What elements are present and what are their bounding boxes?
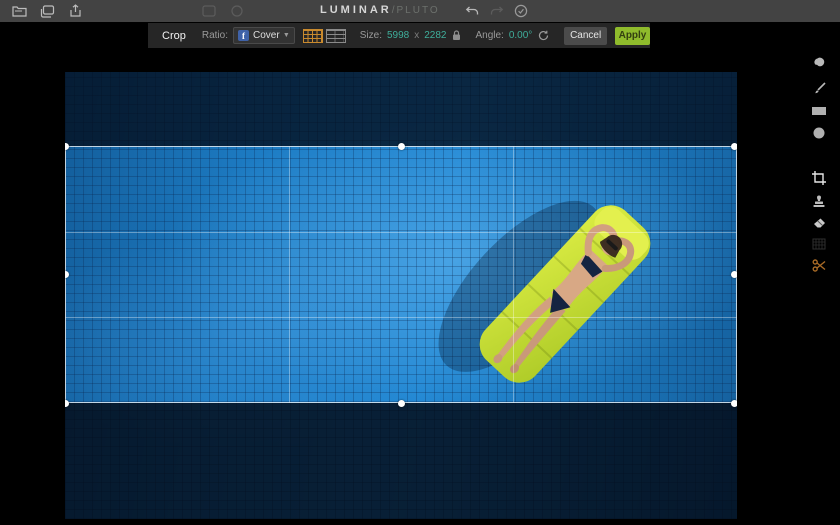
dimmed-tool-icon xyxy=(200,3,218,19)
dimmed-tool-icon xyxy=(228,3,246,19)
image-gallery-icon[interactable] xyxy=(38,3,56,19)
grid-rows-icon xyxy=(326,29,346,43)
crop-frame-icon[interactable] xyxy=(804,169,834,187)
brand-wordmark: LUMINAR xyxy=(320,4,392,16)
rotate-reset-icon[interactable] xyxy=(538,30,549,41)
crop-dim-bottom xyxy=(65,403,737,519)
clone-stamp-icon[interactable] xyxy=(804,193,834,211)
brush-icon[interactable] xyxy=(804,79,834,97)
size-height-value[interactable]: 2282 xyxy=(424,30,446,41)
size-label: Size: xyxy=(360,30,382,41)
top-bar: LUMINAR/PLUTO xyxy=(0,0,840,22)
ratio-label: Ratio: xyxy=(202,30,228,41)
mask-paint-icon[interactable] xyxy=(804,54,834,72)
lock-icon[interactable] xyxy=(452,30,461,41)
export-share-icon[interactable] xyxy=(66,3,84,19)
undo-icon[interactable] xyxy=(463,3,481,19)
app-window: LUMINAR/PLUTO Crop Ratio: f Cover ▼ Size… xyxy=(0,0,840,525)
crop-handle-top-right[interactable] xyxy=(731,143,737,150)
crop-handle-top-mid[interactable] xyxy=(398,143,405,150)
apply-button[interactable]: Apply xyxy=(615,27,650,45)
facebook-icon: f xyxy=(238,30,249,41)
grid-thirds-icon xyxy=(303,29,323,43)
angle-value[interactable]: 0.00° xyxy=(509,30,532,41)
gradient-mask-icon[interactable] xyxy=(804,102,834,120)
cancel-button[interactable]: Cancel xyxy=(564,27,607,45)
open-folder-icon[interactable] xyxy=(10,3,28,19)
crop-tool-label: Crop xyxy=(162,30,186,42)
crop-dim-top xyxy=(65,72,737,146)
ratio-dropdown[interactable]: f Cover ▼ xyxy=(233,27,295,44)
crop-rectangle[interactable] xyxy=(65,146,737,403)
crop-handle-bottom-right[interactable] xyxy=(731,400,737,407)
brand-suffix: /PLUTO xyxy=(392,5,440,16)
radial-mask-icon[interactable] xyxy=(804,124,834,142)
angle-label: Angle: xyxy=(475,30,503,41)
crop-handle-bottom-mid[interactable] xyxy=(398,400,405,407)
redo-icon xyxy=(488,3,506,19)
crop-handle-mid-right[interactable] xyxy=(731,271,737,278)
eraser-icon[interactable] xyxy=(804,214,834,232)
app-title: LUMINAR/PLUTO xyxy=(320,4,440,16)
check-circle-icon[interactable] xyxy=(512,3,530,19)
texture-icon[interactable] xyxy=(804,235,834,253)
chevron-down-icon: ▼ xyxy=(283,32,290,39)
grid-overlay-rows-button[interactable] xyxy=(326,28,346,44)
size-width-value[interactable]: 5998 xyxy=(387,30,409,41)
scissors-icon[interactable] xyxy=(804,256,834,274)
size-separator: x xyxy=(414,30,419,41)
crop-toolbar: Crop Ratio: f Cover ▼ Size: 5998 x 2282 … xyxy=(148,23,650,48)
photo-canvas[interactable] xyxy=(65,72,737,519)
ratio-selected-value: Cover xyxy=(253,30,283,41)
grid-overlay-thirds-button[interactable] xyxy=(303,28,323,44)
